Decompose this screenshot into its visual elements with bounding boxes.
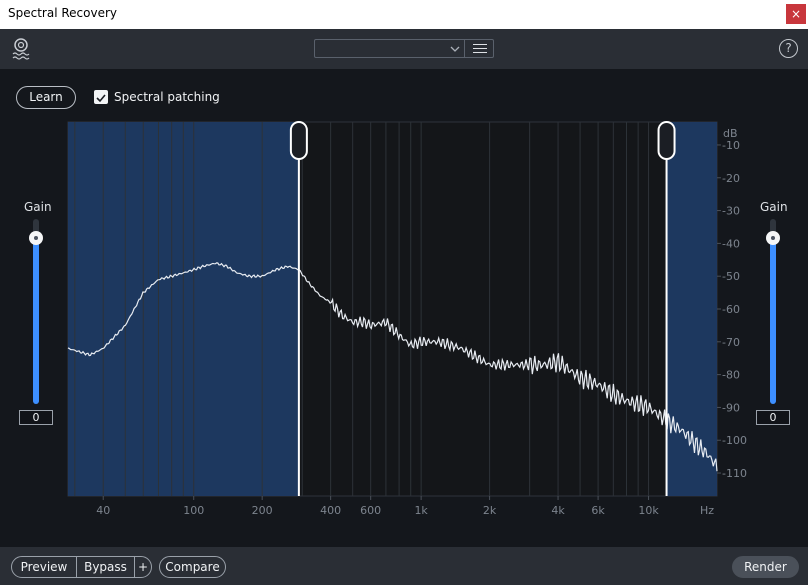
db-tick-label: -80 (722, 369, 740, 382)
band-end-handle[interactable] (657, 121, 676, 160)
freq-tick-label: 10k (638, 504, 659, 517)
bottom-bar: Preview Bypass + Compare Render (0, 547, 808, 585)
freq-tick-label: 1k (414, 504, 428, 517)
db-tick-label: -110 (722, 467, 747, 480)
db-tick-label: -20 (722, 172, 740, 185)
freq-tick-label: 2k (483, 504, 497, 517)
freq-tick-label: 40 (96, 504, 110, 517)
freq-tick-label: 200 (252, 504, 273, 517)
render-button[interactable]: Render (732, 556, 799, 578)
db-tick-label: -90 (722, 401, 740, 414)
freq-tick-label: 400 (320, 504, 341, 517)
db-tick-label: -70 (722, 336, 740, 349)
preview-button[interactable]: Preview (11, 556, 77, 578)
db-tick-label: -100 (722, 434, 747, 447)
freq-tick-label: 600 (360, 504, 381, 517)
compare-button[interactable]: Compare (159, 556, 226, 578)
db-tick-label: -60 (722, 303, 740, 316)
band-right-region (666, 122, 717, 496)
freq-unit-label: Hz (700, 504, 714, 517)
freq-tick-label: 6k (591, 504, 605, 517)
bypass-options-button[interactable]: + (134, 556, 152, 578)
freq-tick-label: 4k (551, 504, 565, 517)
db-tick-label: -40 (722, 237, 740, 250)
spectrum-display[interactable]: dB -10-20-30-40-50-60-70-80-90-100-110 H… (0, 0, 808, 547)
db-tick-label: -50 (722, 270, 740, 283)
freq-tick-label: 100 (183, 504, 204, 517)
db-tick-label: -10 (722, 139, 740, 152)
db-tick-label: -30 (722, 205, 740, 218)
band-start-handle[interactable] (289, 121, 308, 160)
bypass-button[interactable]: Bypass (76, 556, 135, 578)
